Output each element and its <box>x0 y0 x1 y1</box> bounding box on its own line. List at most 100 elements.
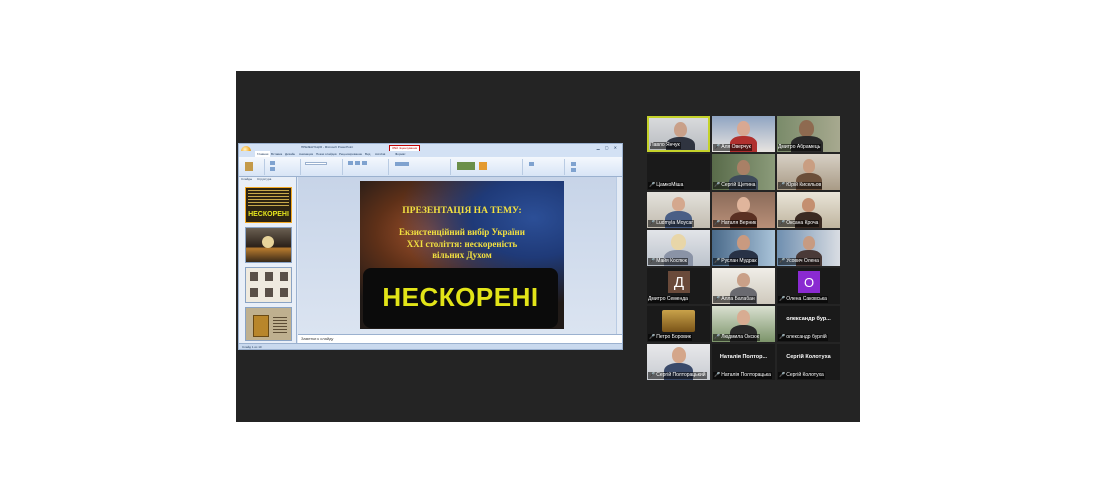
mic-muted-icon: 🎤 <box>649 372 656 378</box>
participant-display-name: Наталія Полтор... <box>719 354 768 360</box>
participant-name: 🎤Олена Саковська <box>778 296 828 303</box>
participant-name: 🎤Руслан Мудрак <box>713 258 758 265</box>
mic-muted-icon: 🎤 <box>779 334 786 340</box>
slide-heading: ПРЕЗЕНТАЦІЯ НА ТЕМУ: <box>402 206 522 216</box>
avatar: О <box>798 271 820 293</box>
mic-muted-icon: 🎤 <box>714 258 721 264</box>
participant-tile[interactable]: 🎤Аля Оверчук <box>712 116 775 152</box>
ppt-window-title: ПРЕЗЕНТАЦІЯ - Microsoft PowerPoint <box>301 145 354 149</box>
participant-name: 🎤Аля Оверчук <box>713 144 752 151</box>
participant-tile[interactable]: 🎤Петро Боровик <box>647 306 710 342</box>
window-controls[interactable]: ▁ ▢ ✕ <box>597 145 619 150</box>
mic-muted-icon: 🎤 <box>714 334 721 340</box>
zoom-meeting-window: ПРЕЗЕНТАЦІЯ - Microsoft PowerPoint Збій … <box>236 71 860 422</box>
participant-name: 🎤Юрій Кисельов <box>778 182 823 189</box>
participant-name: 🎤олександр бурлій <box>778 334 828 341</box>
participant-tile[interactable]: 🎤Майя Коспюк <box>647 230 710 266</box>
tab-outline[interactable]: Структура <box>257 177 271 182</box>
participant-name: 🎤Людмила Оксюк <box>713 334 760 341</box>
participant-tile[interactable]: 🎤Ludmyla Moyсar <box>647 192 710 228</box>
ribbon-group-slides <box>267 159 301 175</box>
mic-muted-icon: 🎤 <box>779 220 786 226</box>
tab-slides[interactable]: Слайды <box>241 177 252 182</box>
slide-canvas: ПРЕЗЕНТАЦІЯ НА ТЕМУ: Екзистенційний вибі… <box>298 177 617 334</box>
participant-tile[interactable]: 🎤ЦамкоМіша <box>647 154 710 190</box>
participant-name: 🎤Наталя Верник <box>713 220 758 227</box>
slide-subtitle-line-2: XXI століття: нескореність <box>406 238 518 249</box>
mic-muted-icon: 🎤 <box>714 182 721 188</box>
mic-muted-icon: 🎤 <box>779 182 786 188</box>
participant-tile[interactable]: 🎤Алла Балабан <box>712 268 775 304</box>
slide-thumbnail-2[interactable] <box>245 227 292 263</box>
slide-banner: НЕСКОРЕНІ <box>363 268 558 328</box>
main-slide[interactable]: ПРЕЗЕНТАЦІЯ НА ТЕМУ: Екзистенційний вибі… <box>360 181 564 329</box>
participant-name: Дмитро Семенда <box>648 296 689 303</box>
participant-tile[interactable]: олександр бур... 🎤олександр бурлій <box>777 306 840 342</box>
mic-muted-icon: 🎤 <box>649 220 656 226</box>
participant-tile[interactable]: О 🎤Олена Саковська <box>777 268 840 304</box>
ribbon-group-clipboard <box>241 159 265 175</box>
participant-name: 🎤Ludmyla Moyсar <box>648 220 694 227</box>
participant-name: 🎤Алла Балабан <box>713 296 756 303</box>
ribbon-group-text <box>391 159 451 175</box>
slide-thumbnail-4[interactable] <box>245 307 292 341</box>
participant-tile[interactable]: 🎤Руслан Мудрак <box>712 230 775 266</box>
participant-name: 🎤Оксана Кроча <box>778 220 820 227</box>
participant-tile[interactable]: 🎤Наталя Верник <box>712 192 775 228</box>
ribbon-group-drawing <box>453 159 523 175</box>
mic-muted-icon: 🎤 <box>649 258 656 264</box>
slides-pane-tabs: Слайды Структура <box>239 177 296 182</box>
avatar: Д <box>668 271 690 293</box>
sunset-image <box>262 236 274 248</box>
participant-name: 🎤Наталія Полторацька <box>713 372 772 379</box>
notes-placeholder: Заметки к слайду <box>301 336 334 341</box>
participant-tile[interactable]: 🎤Людмила Оксюк <box>712 306 775 342</box>
slide-thumbnail-1[interactable]: НЕСКОРЕНІ <box>245 187 292 223</box>
participant-name: 🎤ЦамкоМіша <box>648 182 685 189</box>
vertical-scrollbar[interactable] <box>616 177 622 334</box>
participant-display-name: Сергій Колотуха <box>786 354 831 360</box>
ribbon <box>239 157 622 177</box>
participant-name: Дмитро Абрамець <box>778 144 822 151</box>
participant-name: 🎤Усович Олена <box>778 258 820 265</box>
thumbnail-text-block <box>273 317 287 335</box>
ribbon-group-editing <box>567 159 619 175</box>
shared-screen-powerpoint[interactable]: ПРЕЗЕНТАЦІЯ - Microsoft PowerPoint Збій … <box>238 143 623 350</box>
participant-display-name: олександр бур... <box>786 316 831 322</box>
participant-tile[interactable]: Сергій Колотуха 🎤Сергій Колотуха <box>777 344 840 380</box>
status-slide-count: Слайд 1 из 10 <box>242 345 262 349</box>
participant-name: 🎤Сергій Колотуха <box>778 372 825 379</box>
thumbnail-text-lines <box>248 190 289 208</box>
mic-muted-icon: 🎤 <box>779 372 786 378</box>
slide-banner-text: НЕСКОРЕНІ <box>382 282 539 312</box>
ribbon-group-font <box>303 159 343 175</box>
slide-subtitle-line-3: вільних Духом <box>432 250 492 260</box>
participant-tile[interactable]: 🎤Усович Олена <box>777 230 840 266</box>
slide-subtitle: Екзистенційний вибір України XXI столітт… <box>360 227 564 262</box>
participant-tile[interactable]: Дмитро Абрамець <box>777 116 840 152</box>
icon-image <box>253 315 269 337</box>
participant-tile[interactable]: Наталія Полтор... 🎤Наталія Полторацька <box>712 344 775 380</box>
participant-tile[interactable]: Д Дмитро Семенда <box>647 268 710 304</box>
participant-name: 🎤Сергій Полторацький <box>648 372 707 379</box>
status-bar: Слайд 1 из 10 <box>239 343 622 349</box>
notes-pane[interactable]: Заметки к слайду <box>298 334 622 343</box>
mic-muted-icon: 🎤 <box>714 296 721 302</box>
participant-name: Павло Янчук <box>650 142 681 149</box>
ppt-title-bar: ПРЕЗЕНТАЦІЯ - Microsoft PowerPoint Збій … <box>239 144 622 152</box>
participant-tile[interactable]: 🎤Юрій Кисельов <box>777 154 840 190</box>
thumbnail-title: НЕСКОРЕНІ <box>248 211 289 218</box>
mic-muted-icon: 🎤 <box>649 182 656 188</box>
participant-name: 🎤Сергій Щетина <box>713 182 757 189</box>
participant-tile[interactable]: 🎤Сергій Щетина <box>712 154 775 190</box>
mic-muted-icon: 🎤 <box>714 144 721 150</box>
slide-thumbnail-3[interactable] <box>245 267 292 303</box>
ribbon-group-arrange <box>525 159 565 175</box>
participant-tile[interactable]: 🎤Сергій Полторацький <box>647 344 710 380</box>
mic-muted-icon: 🎤 <box>714 220 721 226</box>
mic-muted-icon: 🎤 <box>649 334 656 340</box>
participant-tile[interactable]: Павло Янчук <box>647 116 710 152</box>
participant-name: 🎤Петро Боровик <box>648 334 692 341</box>
mic-muted-icon: 🎤 <box>779 296 786 302</box>
participant-tile[interactable]: 🎤Оксана Кроча <box>777 192 840 228</box>
